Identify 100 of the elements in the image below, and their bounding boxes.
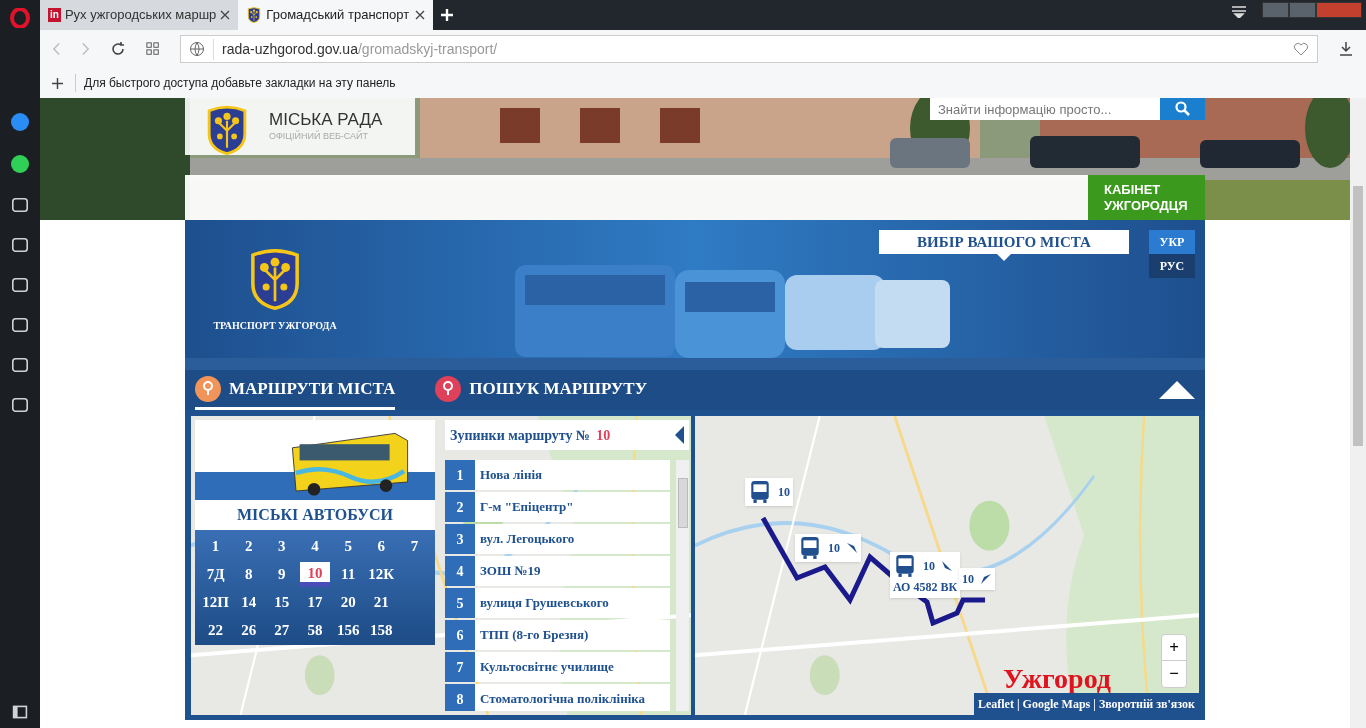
stop-number: 1 [445, 460, 475, 490]
bus-marker[interactable]: 10 [745, 478, 793, 506]
bookmarks-hint: Для быстрого доступа добавьте закладки на эту панель [75, 74, 396, 92]
search-button[interactable] [1160, 98, 1205, 120]
marker-route: 10 [923, 558, 935, 575]
stop-number: 5 [445, 588, 475, 618]
route-number[interactable]: 4 [300, 534, 330, 559]
tab-title: Рух ужгородських маршр [64, 6, 217, 25]
tab-title: Громадський транспорт [266, 6, 411, 25]
route-number[interactable]: 20 [333, 590, 363, 615]
stop-row[interactable]: 2 Г-м "Епіцентр" [445, 492, 670, 522]
collapse-icon[interactable] [1159, 381, 1195, 399]
add-bookmark-icon[interactable] [52, 77, 63, 89]
section-tab[interactable]: МАРШРУТИ МІСТА [195, 370, 396, 410]
pointer-icon [997, 254, 1011, 261]
bus-marker[interactable]: 10 [795, 534, 861, 562]
route-number[interactable]: 156 [333, 618, 363, 643]
bus-icon [893, 554, 917, 578]
org-subtitle: ОФІЦІЙНИЙ ВЕБ-САЙТ [269, 129, 370, 143]
globe-icon [189, 41, 205, 57]
route-number[interactable]: 2 [234, 534, 264, 559]
bus-icon [798, 536, 822, 560]
bus-marker[interactable]: 10 АО 4582 ВК [890, 552, 961, 598]
route-number[interactable]: 58 [300, 618, 330, 643]
separator: | [1016, 696, 1020, 713]
route-number[interactable]: 7 [399, 534, 429, 559]
separator: | [1093, 696, 1096, 713]
route-number[interactable]: 11 [333, 562, 363, 587]
stop-number: 3 [445, 524, 475, 554]
marker-route: 10 [828, 540, 840, 557]
reload-icon[interactable] [110, 41, 126, 57]
route-number[interactable]: 15 [267, 590, 297, 615]
stop-row[interactable]: 1 Нова лінія [445, 460, 670, 490]
zoom-out-button[interactable]: − [1162, 661, 1186, 687]
language-button[interactable]: УКР [1149, 230, 1195, 254]
download-icon[interactable] [1338, 41, 1354, 57]
route-number[interactable]: 22 [201, 618, 231, 643]
cabinet-button[interactable]: КАБІНЕТ УЖГОРОДЦЯ [1088, 175, 1205, 220]
attribution-link[interactable]: Зворотній зв'язок [1098, 695, 1195, 713]
stop-name: вулиця Грушевського [479, 594, 610, 613]
tab-menu-icon[interactable] [1232, 6, 1246, 18]
route-number[interactable]: 3 [267, 534, 297, 559]
marker-route: 10 [962, 571, 974, 588]
attribution-link[interactable]: Google Maps [1022, 695, 1091, 713]
route-number[interactable]: 7Д [201, 562, 231, 587]
search-field[interactable]: Знайти інформацію просто... [930, 98, 1160, 120]
arrow-icon [941, 560, 953, 572]
route-number[interactable]: 17 [300, 590, 330, 615]
stop-name: ЗОШ №19 [479, 562, 542, 581]
stop-number: 8 [445, 684, 475, 711]
zoom-in-button[interactable]: + [1162, 635, 1186, 661]
bus-marker[interactable]: 10 [959, 568, 995, 590]
attribution-link[interactable]: Leaflet [977, 695, 1014, 713]
route-number[interactable]: 1 [201, 534, 231, 559]
browser-tab[interactable]: Громадський транспорт [238, 0, 434, 30]
browser-tab[interactable]: in Рух ужгородських маршр [40, 0, 239, 30]
new-tab-icon[interactable] [441, 9, 454, 21]
route-number[interactable]: 12П [201, 590, 231, 615]
route-number[interactable]: 6 [366, 534, 396, 559]
bus-icon [748, 480, 772, 504]
route-number[interactable]: 158 [366, 618, 396, 643]
stop-name: Нова лінія [479, 466, 544, 485]
url-text: rada-uzhgorod.gov.ua/gromadskyj-transport/ [213, 38, 1285, 60]
map-pin-icon [195, 375, 221, 402]
route-number[interactable]: 5 [333, 534, 363, 559]
plate-number: АО 4582 ВК [893, 579, 958, 596]
marker-route: 10 [778, 484, 790, 501]
route-number[interactable]: 9 [267, 562, 297, 587]
route-number[interactable]: 10 [300, 562, 330, 587]
site-favicon: in [48, 8, 61, 22]
stop-row[interactable]: 7 Культосвітнє училище [445, 652, 670, 682]
close-icon[interactable] [220, 10, 231, 20]
stop-row[interactable]: 6 ТПП (8-го Брезня) [445, 620, 670, 650]
route-number[interactable]: 14 [234, 590, 264, 615]
close-window-button[interactable] [1316, 2, 1362, 18]
stops-title: Зупинки маршруту № [450, 426, 591, 445]
logo-card[interactable]: МІСЬКА РАДА ОФІЦІЙНИЙ ВЕБ-САЙТ [185, 98, 415, 155]
route-number[interactable]: 12К [366, 562, 396, 587]
address-field[interactable]: rada-uzhgorod.gov.ua/gromadskyj-transport/ [180, 35, 1318, 63]
stop-number: 2 [445, 492, 475, 522]
section-tab[interactable]: ПОШУК МАРШРУТУ [435, 370, 648, 410]
route-number[interactable]: 27 [267, 618, 297, 643]
route-number[interactable]: 8 [234, 562, 264, 587]
route-number[interactable]: 26 [234, 618, 264, 643]
collapse-arrow-icon[interactable] [675, 426, 684, 444]
scrollbar[interactable] [676, 460, 689, 711]
stop-row[interactable]: 5 вулиця Грушевського [445, 588, 670, 618]
browser-logo-icon[interactable] [10, 8, 30, 28]
close-icon[interactable] [415, 10, 426, 20]
page-scrollbar[interactable] [1350, 98, 1366, 728]
panel-toggle-icon[interactable] [12, 704, 28, 720]
stops-route-number: 10 [596, 426, 611, 445]
language-button[interactable]: РУС [1149, 254, 1195, 278]
stop-row[interactable]: 8 Стоматологічна поліклініка [445, 684, 670, 711]
stop-row[interactable]: 4 ЗОШ №19 [445, 556, 670, 586]
site-favicon [246, 7, 263, 23]
chat-icon[interactable] [10, 112, 30, 132]
route-number[interactable]: 21 [366, 590, 396, 615]
stop-row[interactable]: 3 вул. Легоцького [445, 524, 670, 554]
chat-icon[interactable] [10, 154, 30, 174]
